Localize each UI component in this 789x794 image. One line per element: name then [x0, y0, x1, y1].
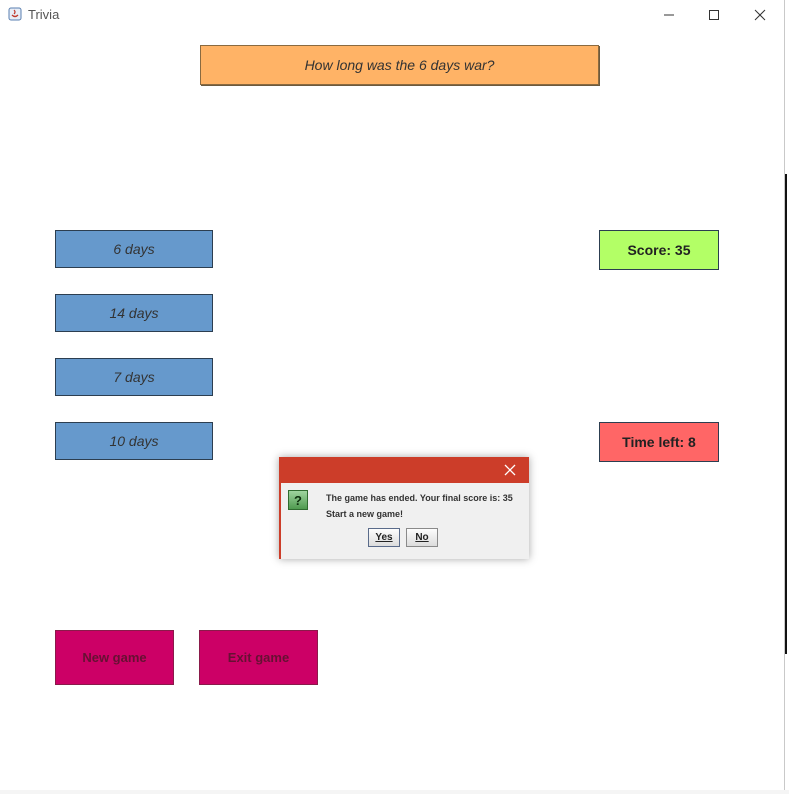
answer-button-3[interactable]: 7 days: [55, 358, 213, 396]
dialog-message: The game has ended. Your final score is:…: [326, 493, 513, 503]
dialog-prompt: Start a new game!: [326, 509, 404, 519]
score-label: Score: 35: [599, 230, 719, 270]
no-button[interactable]: No: [406, 528, 438, 547]
window-titlebar[interactable]: Trivia: [0, 0, 784, 29]
window-title: Trivia: [28, 7, 60, 22]
question-icon: ?: [288, 490, 308, 510]
question-label: How long was the 6 days war?: [200, 45, 599, 85]
answer-button-4[interactable]: 10 days: [55, 422, 213, 460]
time-left-label: Time left: 8: [599, 422, 719, 462]
java-app-icon: [8, 7, 22, 21]
yes-button[interactable]: Yes: [368, 528, 400, 547]
background-window-bottom: [0, 790, 789, 794]
maximize-icon: [709, 9, 719, 20]
answer-button-1[interactable]: 6 days: [55, 230, 213, 268]
dialog-titlebar[interactable]: [279, 457, 529, 483]
close-button[interactable]: [737, 0, 783, 29]
maximize-button[interactable]: [691, 0, 737, 29]
trivia-window: Trivia How long was the 6 days war? 6 da…: [0, 0, 785, 790]
dialog-close-icon[interactable]: [503, 463, 517, 477]
background-window-edge: [785, 0, 789, 794]
exit-game-button[interactable]: Exit game: [199, 630, 318, 685]
new-game-button[interactable]: New game: [55, 630, 174, 685]
minimize-icon: [664, 14, 674, 15]
close-icon: [754, 9, 766, 20]
minimize-button[interactable]: [646, 0, 692, 29]
game-over-dialog: ? The game has ended. Your final score i…: [279, 457, 529, 559]
answer-button-2[interactable]: 14 days: [55, 294, 213, 332]
